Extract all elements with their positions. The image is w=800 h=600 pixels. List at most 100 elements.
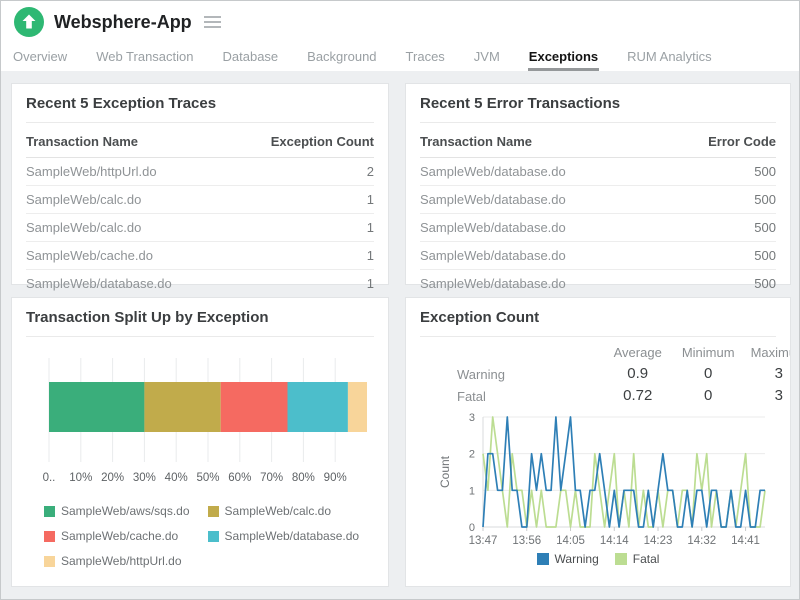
series-label: Warning bbox=[420, 363, 602, 385]
x-axis-label: 60% bbox=[228, 472, 251, 484]
transaction-name-cell[interactable]: SampleWeb/calc.do bbox=[26, 186, 230, 214]
column-header: Error Code bbox=[663, 125, 776, 158]
table-row[interactable]: SampleWeb/database.do1 bbox=[26, 270, 374, 298]
legend-item[interactable]: SampleWeb/calc.do bbox=[208, 504, 360, 518]
panel-title: Recent 5 Exception Traces bbox=[26, 84, 374, 123]
bar-segment[interactable] bbox=[144, 382, 220, 432]
table-row[interactable]: SampleWeb/database.do500 bbox=[420, 214, 776, 242]
transaction-name-cell[interactable]: SampleWeb/cache.do bbox=[26, 242, 230, 270]
exception-count-line-chart[interactable]: 0123Count13:4713:5614:0514:1414:2314:321… bbox=[419, 409, 777, 549]
error-transactions-table: Transaction NameError CodeSampleWeb/data… bbox=[420, 125, 776, 298]
x-axis-label: 0.. bbox=[43, 472, 56, 484]
stats-corner-cell bbox=[420, 341, 602, 363]
table-row[interactable]: SampleWeb/calc.do1 bbox=[26, 186, 374, 214]
app-window: Websphere-App Overview Web Transaction Dat… bbox=[0, 0, 800, 600]
legend-label: SampleWeb/httpUrl.do bbox=[61, 554, 182, 568]
legend-item[interactable]: SampleWeb/database.do bbox=[208, 529, 360, 543]
tab-overview[interactable]: Overview bbox=[12, 46, 68, 71]
stat-value: 3 bbox=[743, 363, 791, 385]
legend-item[interactable]: SampleWeb/aws/sqs.do bbox=[44, 504, 190, 518]
table-row[interactable]: SampleWeb/httpUrl.do2 bbox=[26, 158, 374, 186]
legend-item[interactable]: SampleWeb/httpUrl.do bbox=[44, 554, 190, 568]
bar-chart-legend: SampleWeb/aws/sqs.do SampleWeb/calc.do Sam… bbox=[44, 504, 388, 568]
legend-item[interactable]: Fatal bbox=[615, 552, 660, 566]
x-axis-label: 90% bbox=[324, 472, 347, 484]
app-title: Websphere-App bbox=[54, 12, 192, 33]
value-cell: 500 bbox=[663, 186, 776, 214]
table-row[interactable]: SampleWeb/database.do500 bbox=[420, 158, 776, 186]
transaction-name-cell[interactable]: SampleWeb/database.do bbox=[26, 270, 230, 298]
transaction-name-cell[interactable]: SampleWeb/database.do bbox=[420, 242, 663, 270]
table-row[interactable]: SampleWeb/database.do500 bbox=[420, 186, 776, 214]
value-cell: 500 bbox=[663, 214, 776, 242]
legend-item[interactable]: SampleWeb/cache.do bbox=[44, 529, 190, 543]
x-axis-label: 14:32 bbox=[687, 535, 716, 547]
panel-transaction-split: Transaction Split Up by Exception 0.. 10%… bbox=[11, 297, 389, 587]
tab-exceptions[interactable]: Exceptions bbox=[528, 46, 599, 71]
tab-jvm[interactable]: JVM bbox=[473, 46, 501, 71]
panel-exception-count: Exception Count AverageMinimumMaximumWar… bbox=[405, 297, 791, 587]
legend-swatch-icon bbox=[44, 556, 55, 567]
table-row[interactable]: SampleWeb/calc.do1 bbox=[26, 214, 374, 242]
bar-segment[interactable] bbox=[49, 382, 144, 432]
hamburger-menu-icon[interactable] bbox=[204, 16, 221, 28]
x-axis-label: 50% bbox=[196, 472, 219, 484]
transaction-name-cell[interactable]: SampleWeb/database.do bbox=[420, 158, 663, 186]
exception-stats-table: AverageMinimumMaximumWarning0.903Fatal0.… bbox=[420, 341, 791, 407]
legend-item[interactable]: Warning bbox=[537, 552, 599, 566]
panel-title: Transaction Split Up by Exception bbox=[26, 298, 374, 337]
y-axis-tick-label: 1 bbox=[469, 485, 475, 497]
value-cell: 2 bbox=[230, 158, 374, 186]
value-cell: 500 bbox=[663, 158, 776, 186]
transaction-name-cell[interactable]: SampleWeb/database.do bbox=[420, 214, 663, 242]
app-header: Websphere-App bbox=[1, 1, 799, 43]
bar-segment[interactable] bbox=[221, 382, 288, 432]
tab-background[interactable]: Background bbox=[306, 46, 377, 71]
exception-traces-table: Transaction NameException CountSampleWeb… bbox=[26, 125, 374, 298]
tab-web-transaction[interactable]: Web Transaction bbox=[95, 46, 194, 71]
x-axis-label: 14:23 bbox=[644, 535, 673, 547]
y-axis-tick-label: 2 bbox=[469, 449, 475, 461]
transaction-name-cell[interactable]: SampleWeb/database.do bbox=[420, 186, 663, 214]
x-axis-label: 40% bbox=[165, 472, 188, 484]
stats-column-header: Maximum bbox=[743, 341, 791, 363]
legend-swatch-icon bbox=[208, 531, 219, 542]
stacked-bar-chart[interactable]: 0..10%20%30%40%50%60%70%80%90% bbox=[25, 350, 383, 490]
transaction-name-cell[interactable]: SampleWeb/database.do bbox=[420, 270, 663, 298]
stats-column-header: Average bbox=[602, 341, 673, 363]
legend-label: SampleWeb/calc.do bbox=[225, 504, 332, 518]
table-row[interactable]: SampleWeb/cache.do1 bbox=[26, 242, 374, 270]
bar-segment[interactable] bbox=[288, 382, 348, 432]
y-axis-title: Count bbox=[438, 455, 452, 488]
value-cell: 1 bbox=[230, 270, 374, 298]
value-cell: 1 bbox=[230, 186, 374, 214]
legend-swatch-icon bbox=[44, 506, 55, 517]
panel-exception-traces: Recent 5 Exception Traces Transaction Na… bbox=[11, 83, 389, 285]
value-cell: 1 bbox=[230, 242, 374, 270]
transaction-name-cell[interactable]: SampleWeb/calc.do bbox=[26, 214, 230, 242]
panel-title: Exception Count bbox=[420, 298, 776, 337]
tab-rum-analytics[interactable]: RUM Analytics bbox=[626, 46, 713, 71]
value-cell: 500 bbox=[663, 270, 776, 298]
x-axis-label: 10% bbox=[69, 472, 92, 484]
legend-label: Fatal bbox=[633, 552, 660, 566]
legend-label: Warning bbox=[555, 552, 599, 566]
transaction-name-cell[interactable]: SampleWeb/httpUrl.do bbox=[26, 158, 230, 186]
legend-swatch-icon bbox=[208, 506, 219, 517]
bar-segment[interactable] bbox=[348, 382, 367, 432]
table-row[interactable]: SampleWeb/database.do500 bbox=[420, 242, 776, 270]
dashboard-content: Recent 5 Exception Traces Transaction Na… bbox=[1, 71, 799, 599]
table-row[interactable]: SampleWeb/database.do500 bbox=[420, 270, 776, 298]
x-axis-label: 70% bbox=[260, 472, 283, 484]
tab-database[interactable]: Database bbox=[222, 46, 280, 71]
stats-row: Fatal0.7203 bbox=[420, 385, 791, 407]
x-axis-label: 14:05 bbox=[556, 535, 585, 547]
tab-traces[interactable]: Traces bbox=[405, 46, 446, 71]
stats-row: Warning0.903 bbox=[420, 363, 791, 385]
legend-swatch-icon bbox=[537, 553, 549, 565]
legend-label: SampleWeb/cache.do bbox=[61, 529, 178, 543]
y-axis-tick-label: 3 bbox=[469, 412, 475, 424]
legend-label: SampleWeb/aws/sqs.do bbox=[61, 504, 190, 518]
x-axis-label: 13:47 bbox=[469, 535, 498, 547]
value-cell: 500 bbox=[663, 242, 776, 270]
